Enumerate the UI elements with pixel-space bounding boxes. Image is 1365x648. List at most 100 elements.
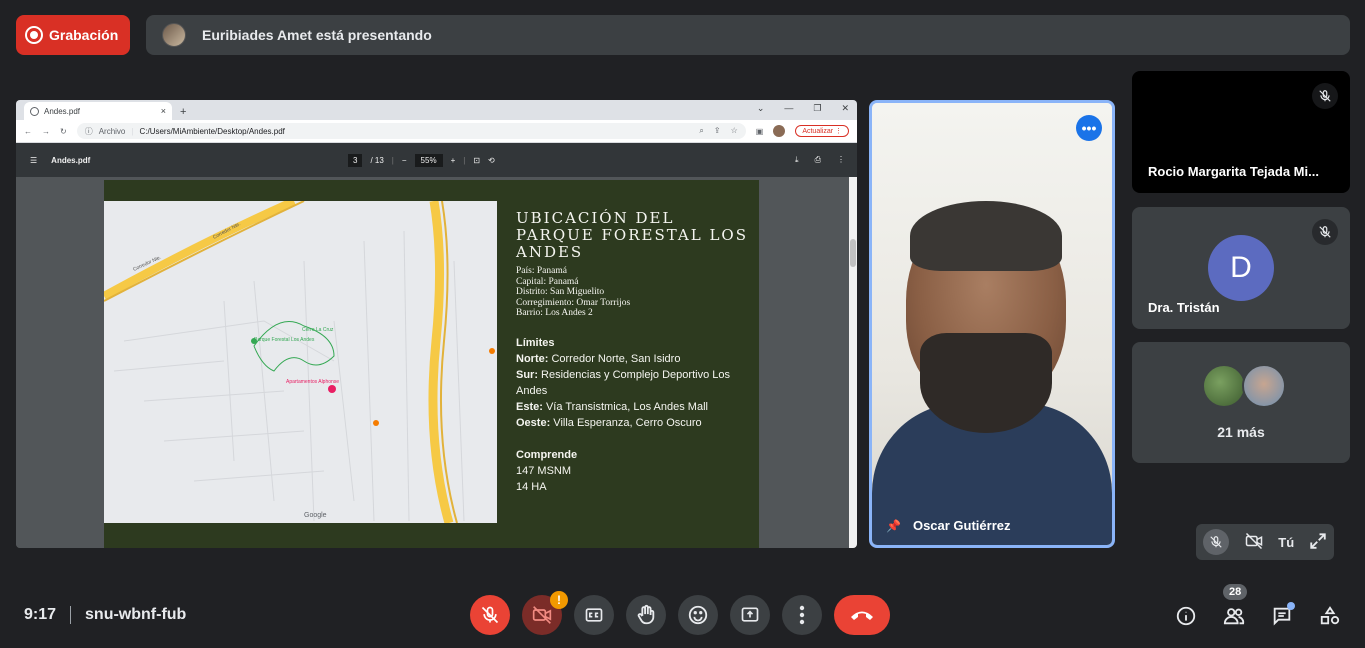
speaker-name: Oscar Gutiérrez — [912, 518, 1011, 533]
limit-line: Este: Vía Transistmica, Los Andes Mall — [516, 399, 751, 415]
profile-avatar[interactable] — [773, 125, 786, 137]
fit-page-icon[interactable]: ⊡ — [473, 156, 480, 165]
mic-toggle-button[interactable] — [470, 595, 510, 635]
pin-icon[interactable]: 📌 — [886, 519, 901, 533]
map-graphic: Corredor Nte. Corredor Nte. Parque Fores… — [104, 201, 497, 523]
pdf-scrollbar[interactable] — [849, 177, 857, 548]
participant-tile[interactable]: Rocio Margarita Tejada Mi... — [1132, 71, 1350, 193]
update-button[interactable]: Actualizar ⋮ — [795, 125, 849, 137]
camera-off-icon — [532, 606, 552, 624]
limit-label: Este: — [516, 400, 543, 413]
zoom-input[interactable]: 55% — [414, 153, 443, 167]
camera-off-icon — [1244, 532, 1264, 553]
chat-unread-dot — [1287, 602, 1295, 610]
end-call-button[interactable] — [834, 595, 890, 635]
globe-icon — [30, 106, 39, 116]
avatar — [1242, 364, 1286, 408]
limit-label: Norte: — [516, 352, 549, 365]
meeting-info: 9:17 snu-wbnf-fub — [24, 606, 186, 624]
presenter-banner: Euribiades Amet está presentando — [146, 15, 1350, 55]
info-line: País: Panamá — [516, 266, 567, 276]
side-panel-icon[interactable]: ▣ — [756, 127, 764, 136]
print-icon[interactable]: ⎙ — [815, 155, 821, 165]
window-controls: ⌄ — ❐ ✕ — [757, 103, 849, 114]
browser-tabbar: Andes.pdf × + ⌄ — ❐ ✕ — [16, 100, 857, 120]
limit-text: Corredor Norte, San Isidro — [548, 352, 681, 365]
address-bar[interactable]: ⓘ Archivo | C:/Users/MiAmbiente/Desktop/… — [76, 123, 746, 139]
present-button[interactable] — [730, 595, 770, 635]
camera-toggle-button[interactable]: ! — [522, 591, 568, 635]
meeting-details-button[interactable] — [1173, 596, 1199, 636]
rotate-icon[interactable]: ⟲ — [488, 156, 495, 165]
limits-title: Límites — [516, 336, 555, 349]
participant-tile[interactable]: D Dra. Tristán — [1132, 207, 1350, 329]
limit-text: Villa Esperanza, Cerro Oscuro — [550, 416, 702, 429]
pdf-title: Andes.pdf — [51, 155, 91, 165]
self-view-bar[interactable]: Tú — [1196, 524, 1334, 560]
bookmark-star-icon[interactable]: ☆ — [731, 126, 738, 136]
expand-icon[interactable] — [1309, 532, 1327, 553]
call-controls: ! — [470, 591, 890, 635]
presenter-avatar — [162, 23, 186, 47]
info-icon[interactable]: ⓘ — [85, 126, 93, 137]
limit-text: Vía Transistmica, Los Andes Mall — [542, 400, 708, 413]
limit-line: Oeste: Villa Esperanza, Cerro Oscuro — [516, 415, 751, 431]
share-icon[interactable]: ⇪ — [714, 126, 721, 136]
back-icon[interactable]: ← — [24, 127, 32, 136]
limit-label: Sur: — [516, 368, 538, 381]
mic-off-icon — [481, 606, 499, 624]
hang-up-icon — [851, 611, 873, 620]
limit-line: Norte: Corredor Norte, San Isidro — [516, 351, 751, 367]
more-vert-icon[interactable]: ⋮ — [837, 155, 845, 165]
presenter-text: Euribiades Amet está presentando — [202, 27, 432, 43]
zoom-in-button[interactable]: + — [451, 156, 456, 165]
activities-button[interactable] — [1317, 596, 1343, 636]
zoom-icon[interactable]: ⌕ — [699, 126, 703, 136]
participant-avatar: D — [1208, 235, 1274, 301]
meeting-code: snu-wbnf-fub — [85, 606, 187, 623]
includes-line: 14 HA — [516, 480, 547, 493]
minimize-icon[interactable]: — — [784, 103, 793, 114]
hand-icon — [637, 604, 655, 625]
menu-icon[interactable]: ☰ — [30, 156, 37, 165]
chat-button[interactable] — [1269, 596, 1295, 636]
participants-button[interactable]: 28 — [1221, 584, 1248, 636]
smile-icon — [688, 605, 708, 625]
map-label-google: Google — [304, 512, 327, 519]
url-scheme-label: Archivo — [98, 126, 126, 136]
present-screen-icon — [741, 607, 759, 622]
tile-options-button[interactable]: ••• — [1076, 115, 1102, 141]
captions-button[interactable] — [574, 595, 614, 635]
participant-name: Rocio Margarita Tejada Mi... — [1148, 164, 1319, 179]
restore-icon[interactable]: ❐ — [813, 103, 821, 114]
more-options-button[interactable] — [782, 595, 822, 635]
tab-close-icon[interactable]: × — [161, 106, 166, 116]
forward-icon[interactable]: → — [42, 127, 50, 136]
self-label: Tú — [1278, 534, 1295, 550]
activities-icon — [1320, 606, 1340, 625]
emoji-button[interactable] — [678, 595, 718, 635]
limit-line: Sur: Residencias y Complejo Deportivo Lo… — [516, 367, 751, 399]
participant-name: Dra. Tristán — [1148, 300, 1220, 315]
scroll-thumb[interactable] — [850, 239, 856, 267]
limit-text: Residencias y Complejo Deportivo Los And… — [516, 368, 730, 397]
browser-toolbar: ← → ↻ ⓘ Archivo | C:/Users/MiAmbiente/De… — [16, 120, 857, 143]
reload-icon[interactable]: ↻ — [60, 127, 67, 136]
toolbar-divider: | — [463, 155, 466, 165]
speaker-name-label: 📌 Oscar Gutiérrez — [886, 518, 1011, 533]
more-participants-tile[interactable]: 21 más — [1132, 342, 1350, 463]
browser-tab[interactable]: Andes.pdf × — [24, 102, 172, 120]
zoom-out-button[interactable]: − — [402, 156, 407, 165]
recording-label: Grabación — [49, 27, 119, 43]
record-icon — [25, 26, 43, 44]
page-number-input[interactable]: 3 — [348, 153, 363, 167]
raise-hand-button[interactable] — [626, 595, 666, 635]
download-icon[interactable]: ⤓ — [795, 155, 799, 165]
location-info: País: Panamá Capital: Panamá Distrito: S… — [516, 266, 751, 319]
new-tab-button[interactable]: + — [180, 106, 186, 118]
recording-button[interactable]: Grabación — [16, 15, 130, 55]
info-line: Distrito: San Miguelito — [516, 287, 605, 298]
tab-search-icon[interactable]: ⌄ — [757, 103, 765, 114]
close-window-icon[interactable]: ✕ — [841, 103, 849, 114]
speaker-tile[interactable]: ••• 📌 Oscar Gutiérrez — [869, 100, 1115, 548]
